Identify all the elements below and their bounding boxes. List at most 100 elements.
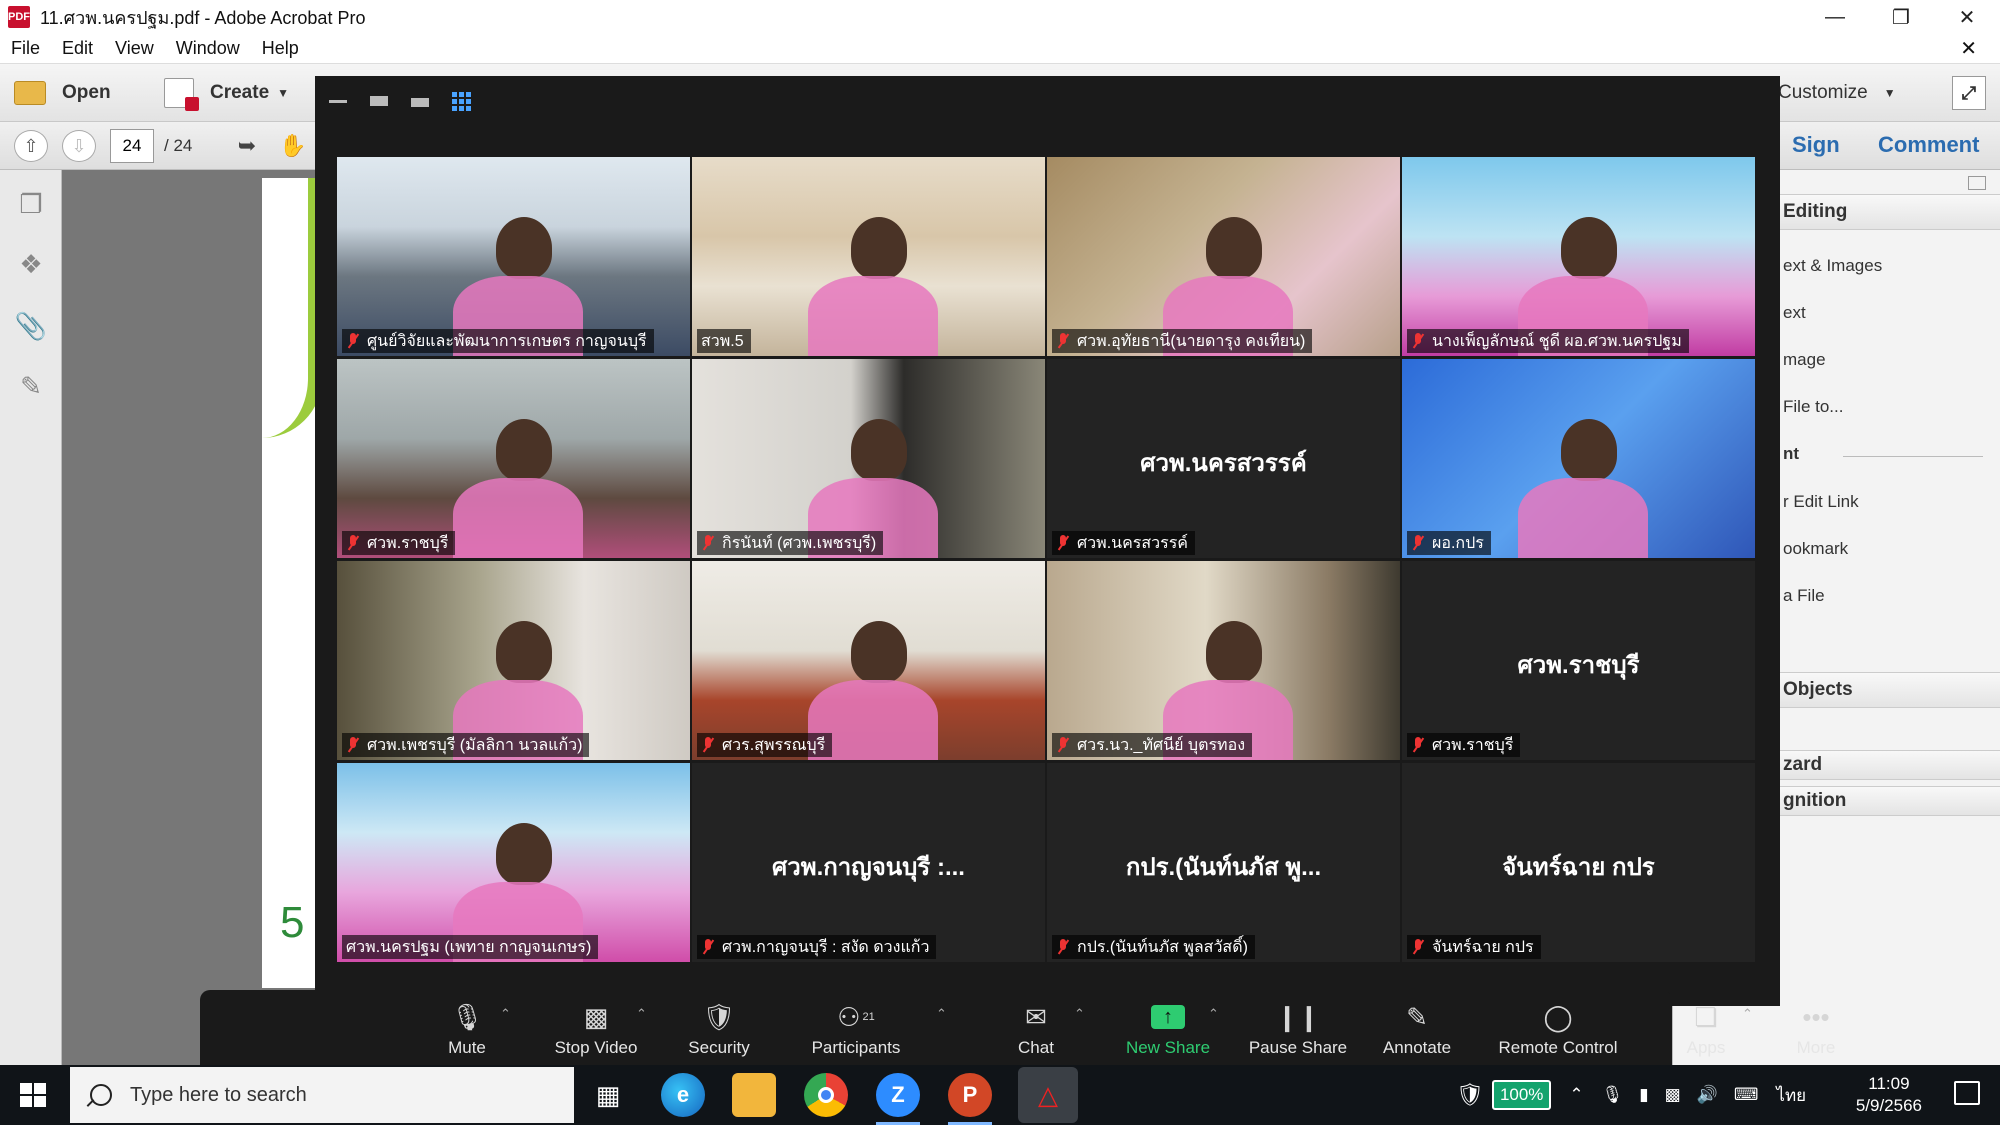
participant-tile[interactable]: ศวร.นว._ทัศนีย์ บุตรทอง <box>1047 561 1400 760</box>
participant-name: ผอ.กปร <box>1432 534 1484 552</box>
menu-help[interactable]: Help <box>262 38 299 59</box>
menu-window[interactable]: Window <box>176 38 240 59</box>
gallery-view-icon[interactable] <box>450 92 472 111</box>
participant-name-label: ศวพ.นครสวรรค์ <box>1052 531 1196 555</box>
participant-tile[interactable]: ศวพ.เพชรบุรี (มัลลิกา นวลแก้ว) <box>337 561 690 760</box>
participant-tile[interactable]: ศวร.สุพรรณบุรี <box>692 561 1045 760</box>
export-file-item[interactable]: File to... <box>1783 397 1843 417</box>
open-label: Open <box>62 82 111 103</box>
participant-tile[interactable]: กปร.(นันท์นภัส พู... กปร.(นันท์นภัส พูลสว… <box>1047 763 1400 962</box>
add-image-item[interactable]: mage <box>1783 350 1826 370</box>
restore-button[interactable]: ❐ <box>1868 0 1934 34</box>
menu-file[interactable]: File <box>11 38 40 59</box>
chevron-up-icon[interactable]: ⌃ <box>936 1006 947 1022</box>
taskbar-search-box[interactable]: Type here to search <box>70 1067 574 1123</box>
taskbar-clock[interactable]: 11:09 5/9/2566 <box>1856 1073 1922 1117</box>
speaker-view-icon[interactable] <box>368 92 390 110</box>
keyboard-icon[interactable]: ⌨ <box>1734 1085 1759 1105</box>
close-document-icon[interactable]: ✕ <box>1960 36 1977 61</box>
file-explorer-icon[interactable] <box>732 1073 776 1117</box>
add-edit-link-item[interactable]: r Edit Link <box>1783 492 1859 512</box>
close-window-button[interactable]: ✕ <box>1934 0 2000 34</box>
participant-tile[interactable]: ผอ.กปร <box>1402 359 1755 558</box>
powerpoint-icon[interactable]: P <box>948 1073 992 1125</box>
participant-name-label: ศวร.นว._ทัศนีย์ บุตรทอง <box>1052 733 1253 757</box>
comment-pane-link[interactable]: Comment <box>1878 132 1979 158</box>
network-icon[interactable]: ▩ <box>1665 1085 1681 1105</box>
acrobat-taskbar-icon[interactable]: △ <box>1018 1067 1078 1123</box>
chevron-up-icon[interactable]: ⌃ <box>500 1006 511 1022</box>
participant-video <box>1402 157 1755 356</box>
battery-icon[interactable]: ▮ <box>1639 1085 1648 1105</box>
mic-muted-icon <box>346 736 360 754</box>
next-page-button[interactable]: ⇩ <box>62 130 96 162</box>
show-hidden-icons-icon[interactable]: ⌃ <box>1569 1085 1583 1105</box>
participant-tile[interactable]: ศวพ.อุทัยธานี(นายดารุง คงเทียน) <box>1047 157 1400 356</box>
zoom-app-icon[interactable]: Z <box>876 1073 920 1125</box>
notifications-icon[interactable] <box>1954 1081 1980 1105</box>
hand-tool-icon[interactable]: ✋ <box>276 130 310 162</box>
input-language[interactable]: ไทย <box>1776 1082 1806 1109</box>
annotate-button[interactable]: ✎ Annotate <box>1357 1002 1477 1058</box>
security-shield-icon[interactable]: 🛡 <box>1456 1082 1484 1108</box>
participant-body <box>1518 478 1649 558</box>
menu-view[interactable]: View <box>115 38 154 59</box>
participant-tile[interactable]: ศวพ.ราชบุรี ศวพ.ราชบุรี <box>1402 561 1755 760</box>
chrome-browser-icon[interactable] <box>804 1073 848 1117</box>
minimize-button[interactable]: — <box>1802 0 1868 34</box>
volume-icon[interactable]: 🔊 <box>1697 1085 1718 1105</box>
page-number-input[interactable]: 24 <box>110 129 154 163</box>
participants-button[interactable]: ⚇ 21 Participants <box>796 1002 916 1058</box>
attachments-icon[interactable]: 📎 <box>15 310 47 342</box>
security-button[interactable]: 🛡 Security <box>659 1002 779 1058</box>
search-placeholder: Type here to search <box>130 1083 307 1106</box>
page-thumbnails-icon[interactable]: ❐ <box>16 188 46 220</box>
participant-tile[interactable]: ศวพ.ราชบุรี <box>337 359 690 558</box>
participant-tile[interactable]: กิรนันท์ (ศวพ.เพชรบุรี) <box>692 359 1045 558</box>
microphone-tray-icon[interactable]: 🎙 <box>1602 1085 1624 1105</box>
participants-label: Participants <box>811 1038 901 1057</box>
bookmarks-icon[interactable]: ❖ <box>16 248 46 280</box>
select-cursor-icon[interactable]: ➥ <box>230 130 264 162</box>
expand-icon[interactable]: ⤢ <box>1952 76 1986 110</box>
chevron-up-icon[interactable]: ⌃ <box>1742 1006 1753 1022</box>
task-view-icon[interactable]: ▦ <box>586 1073 630 1117</box>
pause-icon: ❙❙ <box>1276 1001 1320 1032</box>
edit-text-images-item[interactable]: ext & Images <box>1783 256 1882 276</box>
create-button[interactable]: Create ▼ <box>164 76 289 111</box>
participant-tile[interactable]: ศวพ.นครสวรรค์ ศวพ.นครสวรรค์ <box>1047 359 1400 558</box>
folder-icon <box>14 81 46 105</box>
participant-tile[interactable]: จันทร์ฉาย กปร จันทร์ฉาย กปร <box>1402 763 1755 962</box>
battery-percent-badge[interactable]: 100% <box>1491 1080 1552 1110</box>
participant-tile[interactable]: ศูนย์วิจัยและพัฒนาการเกษตร กาญจนบุรี <box>337 157 690 356</box>
add-text-item[interactable]: ext <box>1783 303 1806 323</box>
edge-browser-icon[interactable]: e <box>661 1073 705 1117</box>
add-bookmark-item[interactable]: ookmark <box>1783 539 1848 559</box>
participant-video <box>692 359 1045 558</box>
sign-pane-link[interactable]: Sign <box>1792 132 1840 158</box>
participants-count: 21 <box>862 1011 875 1023</box>
chevron-up-icon[interactable]: ⌃ <box>636 1006 647 1022</box>
participant-tile[interactable]: สวพ.5 <box>692 157 1045 356</box>
mic-muted-icon <box>346 332 360 350</box>
participant-tile[interactable]: ศวพ.นครปฐม (เพทาย กาญจนเกษร) <box>337 763 690 962</box>
windows-start-icon[interactable] <box>20 1083 46 1107</box>
participant-tile[interactable]: นางเพ็ญลักษณ์ ชูดี ผอ.ศวพ.นครปฐม <box>1402 157 1755 356</box>
page-decoration <box>262 178 322 438</box>
more-button[interactable]: ••• More <box>1756 1002 1876 1058</box>
menu-edit[interactable]: Edit <box>62 38 93 59</box>
pause-share-button[interactable]: ❙❙ Pause Share <box>1238 1002 1358 1058</box>
standard-view-icon[interactable] <box>409 92 431 110</box>
customize-button[interactable]: Customize ▼ <box>1778 76 1896 110</box>
chevron-up-icon[interactable]: ⌃ <box>1208 1006 1219 1022</box>
chevron-up-icon[interactable]: ⌃ <box>1074 1006 1085 1022</box>
attach-file-item[interactable]: a File <box>1783 586 1825 606</box>
panel-options-icon[interactable] <box>1968 176 1986 190</box>
participant-tile[interactable]: ศวพ.กาญจนบุรี :... ศวพ.กาญจนบุรี : สงัด ด… <box>692 763 1045 962</box>
participant-name: จันทร์ฉาย กปร <box>1432 938 1534 956</box>
previous-page-button[interactable]: ⇧ <box>14 130 48 162</box>
open-button[interactable]: Open <box>14 76 111 110</box>
signatures-icon[interactable]: ✎ <box>16 370 46 402</box>
remote-control-button[interactable]: ◯ Remote Control <box>1483 1002 1633 1058</box>
minimize-view-icon[interactable] <box>327 92 349 110</box>
